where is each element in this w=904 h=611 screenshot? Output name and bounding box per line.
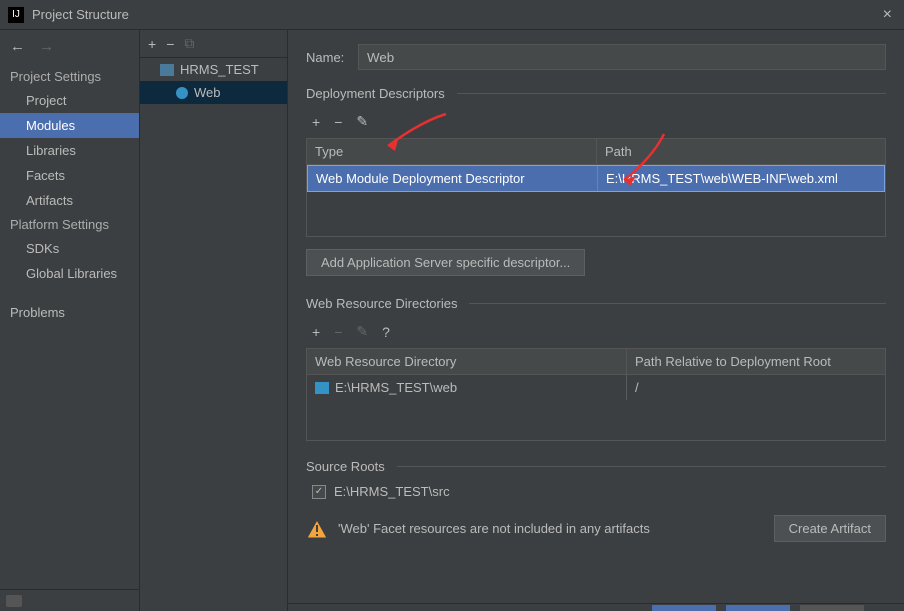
footer-button-slot[interactable] xyxy=(800,605,864,611)
wrd-help-icon[interactable]: ? xyxy=(382,324,390,340)
tree-node-label: HRMS_TEST xyxy=(180,62,259,77)
source-root-checkbox[interactable]: ✓ xyxy=(312,485,326,499)
wrd-toolbar: + − ✎ ? xyxy=(306,315,886,348)
nav-forward-icon[interactable]: → xyxy=(39,38,54,55)
warning-text: 'Web' Facet resources are not included i… xyxy=(338,521,650,536)
nav-item-facets[interactable]: Facets xyxy=(0,163,139,188)
tree-node-web-facet[interactable]: Web xyxy=(140,81,287,104)
dd-add-icon[interactable]: + xyxy=(312,114,320,130)
section-divider xyxy=(469,303,886,304)
close-icon[interactable]: × xyxy=(879,6,896,24)
nav-item-project[interactable]: Project xyxy=(0,88,139,113)
titlebar: IJ Project Structure × xyxy=(0,0,904,30)
name-input[interactable] xyxy=(358,44,886,70)
source-root-item[interactable]: ✓ E:\HRMS_TEST\src xyxy=(306,478,886,505)
dd-toolbar: + − ✎ xyxy=(306,105,886,138)
warning-bar: 'Web' Facet resources are not included i… xyxy=(306,505,886,542)
web-resource-dirs-section: Web Resource Directories xyxy=(306,296,886,311)
footer-button-slot[interactable] xyxy=(652,605,716,611)
wrd-table-header: Web Resource Directory Path Relative to … xyxy=(307,349,885,375)
nav-item-problems[interactable]: Problems xyxy=(0,300,139,325)
section-divider xyxy=(457,93,886,94)
dd-td-type: Web Module Deployment Descriptor xyxy=(308,166,598,191)
add-server-descriptor-button[interactable]: Add Application Server specific descript… xyxy=(306,249,585,276)
dd-th-type[interactable]: Type xyxy=(307,139,597,164)
nav-item-modules[interactable]: Modules xyxy=(0,113,139,138)
module-folder-icon xyxy=(160,64,174,76)
tree-remove-icon[interactable]: − xyxy=(166,36,174,52)
wrd-th-dir[interactable]: Web Resource Directory xyxy=(307,349,627,374)
dd-table-empty xyxy=(307,192,885,236)
footer-badge xyxy=(6,595,22,607)
dd-table-header: Type Path xyxy=(307,139,885,165)
section-label: Source Roots xyxy=(306,459,385,474)
facet-editor: Name: Deployment Descriptors + − ✎ Type … xyxy=(288,30,904,611)
nav-item-artifacts[interactable]: Artifacts xyxy=(0,188,139,213)
dd-table-row[interactable]: Web Module Deployment Descriptor E:\HRMS… xyxy=(307,165,885,192)
create-artifact-button[interactable]: Create Artifact xyxy=(774,515,886,542)
wrd-table-row[interactable]: E:\HRMS_TEST\web / xyxy=(307,375,885,400)
tree-node-label: Web xyxy=(194,85,221,100)
nav-section-project: Project Settings xyxy=(0,65,139,88)
tree-node-module[interactable]: HRMS_TEST xyxy=(140,58,287,81)
dd-th-path[interactable]: Path xyxy=(597,139,885,164)
web-folder-icon xyxy=(315,382,329,394)
dd-table: Type Path Web Module Deployment Descript… xyxy=(306,138,886,237)
nav-back-icon[interactable]: ← xyxy=(10,38,25,55)
app-icon: IJ xyxy=(8,7,24,23)
source-roots-section: Source Roots xyxy=(306,459,886,474)
window-title: Project Structure xyxy=(32,7,879,22)
nav-section-platform: Platform Settings xyxy=(0,213,139,236)
name-label: Name: xyxy=(306,50,358,65)
nav-footer xyxy=(0,589,139,611)
footer-button-slot[interactable] xyxy=(726,605,790,611)
module-tree: + − ⧉ HRMS_TEST Web xyxy=(140,30,288,611)
dialog-footer xyxy=(288,603,904,611)
web-facet-icon xyxy=(176,87,188,99)
warning-icon xyxy=(306,519,328,539)
tree-copy-icon: ⧉ xyxy=(184,35,194,52)
section-label: Web Resource Directories xyxy=(306,296,457,311)
wrd-edit-icon: ✎ xyxy=(356,323,368,340)
dd-edit-icon[interactable]: ✎ xyxy=(356,113,368,130)
wrd-table-empty xyxy=(307,400,885,440)
wrd-table: Web Resource Directory Path Relative to … xyxy=(306,348,886,441)
section-label: Deployment Descriptors xyxy=(306,86,445,101)
nav-item-global-libraries[interactable]: Global Libraries xyxy=(0,261,139,286)
wrd-add-icon[interactable]: + xyxy=(312,324,320,340)
tree-add-icon[interactable]: + xyxy=(148,36,156,52)
nav-item-libraries[interactable]: Libraries xyxy=(0,138,139,163)
section-divider xyxy=(397,466,886,467)
wrd-td-rel: / xyxy=(627,375,885,400)
deployment-descriptors-section: Deployment Descriptors xyxy=(306,86,886,101)
wrd-th-rel[interactable]: Path Relative to Deployment Root xyxy=(627,349,885,374)
source-root-path: E:\HRMS_TEST\src xyxy=(334,484,450,499)
dd-remove-icon[interactable]: − xyxy=(334,114,342,130)
settings-nav: ← → Project Settings Project Modules Lib… xyxy=(0,30,140,611)
dd-td-path: E:\HRMS_TEST\web\WEB-INF\web.xml xyxy=(598,166,884,191)
wrd-td-dir: E:\HRMS_TEST\web xyxy=(335,380,457,395)
tree-toolbar: + − ⧉ xyxy=(140,30,287,58)
wrd-remove-icon: − xyxy=(334,324,342,340)
nav-item-sdks[interactable]: SDKs xyxy=(0,236,139,261)
